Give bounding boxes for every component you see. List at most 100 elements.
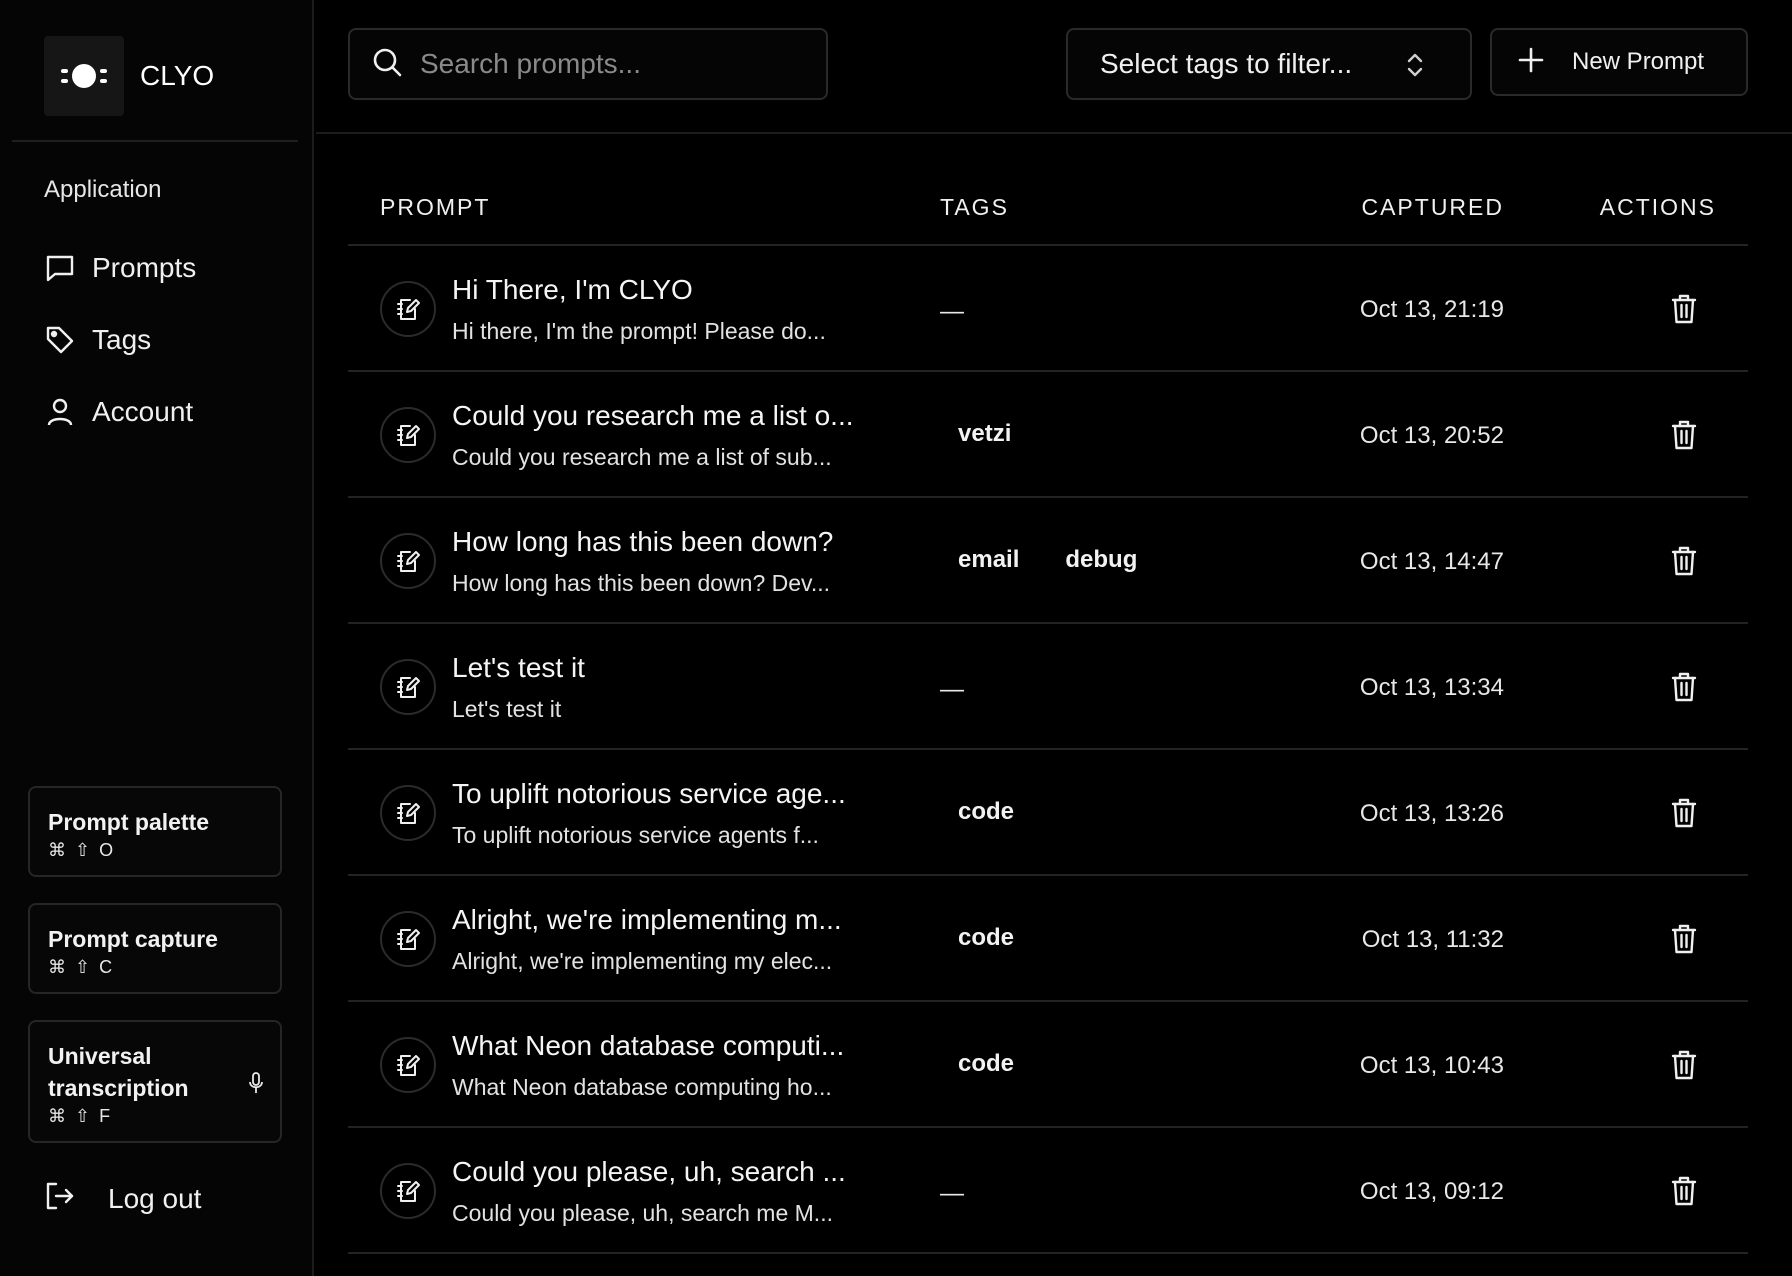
search-input[interactable] (420, 48, 800, 80)
delete-button[interactable] (1668, 1173, 1700, 1209)
table-row[interactable]: How long has this been down? How long ha… (348, 498, 1748, 624)
shortcut-title: Prompt capture (48, 926, 218, 952)
edit-note-icon (380, 1163, 436, 1219)
new-prompt-button[interactable]: New Prompt (1490, 28, 1748, 96)
sidebar-item-prompts[interactable]: Prompts (44, 232, 294, 304)
logout-button[interactable]: Log out (44, 1180, 201, 1217)
search-box[interactable] (348, 28, 828, 100)
user-icon (44, 396, 76, 428)
table-row[interactable]: Let's test it Let's test it — Oct 13, 13… (348, 624, 1748, 750)
tag-badge[interactable]: debug (1065, 546, 1137, 574)
prompt-preview: To uplift notorious service agents f... (452, 822, 819, 848)
column-header-tags[interactable]: TAGS (940, 194, 1009, 221)
app-window: CLYO Application Prompts Tags Account Pr… (0, 0, 1792, 1276)
table-row[interactable]: To uplift notorious service age... To up… (348, 750, 1748, 876)
prompt-title: Hi There, I'm CLYO (452, 274, 693, 305)
delete-button[interactable] (1668, 1047, 1700, 1083)
delete-button[interactable] (1668, 291, 1700, 327)
prompt-preview: Hi there, I'm the prompt! Please do... (452, 318, 826, 344)
topbar-divider (316, 132, 1792, 134)
edit-note-icon (380, 785, 436, 841)
tag-filter-select[interactable]: Select tags to filter... (1066, 28, 1472, 100)
trash-icon (1671, 798, 1697, 828)
sidebar-item-tags[interactable]: Tags (44, 304, 294, 376)
shortcut-title: Universal transcription (48, 1043, 189, 1101)
tag-icon (44, 324, 76, 356)
prompt-title: Could you research me a list o... (452, 400, 854, 431)
captured-timestamp: Oct 13, 14:47 (1359, 548, 1504, 575)
column-header-prompt[interactable]: PROMPT (380, 194, 490, 221)
trash-icon (1671, 546, 1697, 576)
edit-note-icon (380, 911, 436, 967)
delete-button[interactable] (1668, 543, 1700, 579)
tag-badge[interactable]: vetzi (958, 420, 1011, 448)
edit-note-icon (380, 659, 436, 715)
delete-button[interactable] (1668, 795, 1700, 831)
captured-timestamp: Oct 13, 10:43 (1359, 1052, 1504, 1079)
trash-icon (1671, 294, 1697, 324)
shortcut-universal-transcription[interactable]: Universal transcription ⌘ ⇧ F (28, 1020, 282, 1143)
shortcut-keys: ⌘ ⇧ C (48, 957, 115, 977)
brand[interactable]: CLYO (44, 36, 214, 116)
plus-icon (1518, 47, 1544, 78)
clyo-logo-icon (44, 36, 124, 116)
tag-badge[interactable]: code (958, 1050, 1014, 1078)
sidebar-item-label: Account (92, 396, 194, 427)
shortcut-prompt-capture[interactable]: Prompt capture ⌘ ⇧ C (28, 903, 282, 994)
tag-badge[interactable]: code (958, 924, 1014, 952)
captured-timestamp: Oct 13, 13:26 (1359, 800, 1504, 827)
search-icon (372, 47, 402, 82)
trash-icon (1671, 672, 1697, 702)
empty-tags-placeholder: — (940, 298, 964, 325)
chevron-up-down-icon (1406, 50, 1424, 85)
trash-icon (1671, 420, 1697, 450)
column-header-captured[interactable]: CAPTURED (1361, 194, 1504, 221)
prompt-title: To uplift notorious service age... (452, 778, 846, 809)
delete-button[interactable] (1668, 417, 1700, 453)
captured-timestamp: Oct 13, 21:19 (1359, 296, 1504, 323)
table-row[interactable]: Alright, we're implementing m... Alright… (348, 876, 1748, 1002)
table-row[interactable]: What Neon database computi... What Neon … (348, 1002, 1748, 1128)
chat-bubble-icon (44, 252, 76, 284)
captured-timestamp: Oct 13, 13:34 (1359, 674, 1504, 701)
sidebar-nav: Prompts Tags Account (44, 232, 294, 448)
shortcut-keys: ⌘ ⇧ F (48, 1106, 113, 1126)
table-row[interactable]: Could you please, uh, search ... Could y… (348, 1128, 1748, 1254)
delete-button[interactable] (1668, 921, 1700, 957)
tag-badge[interactable]: code (958, 798, 1014, 826)
logout-icon (44, 1180, 76, 1217)
sidebar-item-label: Prompts (92, 252, 197, 283)
prompt-title: Alright, we're implementing m... (452, 904, 842, 935)
table-header: PROMPT TAGS CAPTURED ACTIONS (348, 160, 1748, 246)
tag-list: vetzi (940, 420, 1039, 448)
tag-list: code (940, 1050, 1042, 1078)
trash-icon (1671, 924, 1697, 954)
logout-label: Log out (108, 1182, 202, 1214)
trash-icon (1671, 1176, 1697, 1206)
shortcut-keys: ⌘ ⇧ O (48, 840, 116, 860)
edit-note-icon (380, 1037, 436, 1093)
edit-note-icon (380, 533, 436, 589)
sidebar: CLYO Application Prompts Tags Account Pr… (0, 0, 314, 1276)
empty-tags-placeholder: — (940, 1180, 964, 1207)
shortcut-prompt-palette[interactable]: Prompt palette ⌘ ⇧ O (28, 786, 282, 877)
tag-badge[interactable]: email (958, 546, 1019, 574)
tag-filter-label: Select tags to filter... (1100, 48, 1353, 79)
app-name: CLYO (140, 60, 215, 91)
shortcut-title: Prompt palette (48, 809, 210, 835)
delete-button[interactable] (1668, 669, 1700, 705)
prompts-table: PROMPT TAGS CAPTURED ACTIONS Hi There, I… (348, 160, 1748, 1254)
prompt-preview: How long has this been down? Dev... (452, 570, 831, 596)
captured-timestamp: Oct 13, 09:12 (1359, 1178, 1504, 1205)
table-row[interactable]: Hi There, I'm CLYO Hi there, I'm the pro… (348, 246, 1748, 372)
table-row[interactable]: Could you research me a list o... Could … (348, 372, 1748, 498)
sidebar-item-account[interactable]: Account (44, 376, 294, 448)
prompt-title: What Neon database computi... (452, 1030, 845, 1061)
prompt-title: How long has this been down? (452, 526, 834, 557)
sidebar-divider (12, 140, 298, 142)
new-prompt-label: New Prompt (1572, 48, 1705, 75)
prompt-title: Could you please, uh, search ... (452, 1156, 846, 1187)
captured-timestamp: Oct 13, 11:32 (1361, 926, 1504, 953)
microphone-icon (248, 1072, 264, 1099)
empty-tags-placeholder: — (940, 676, 964, 703)
